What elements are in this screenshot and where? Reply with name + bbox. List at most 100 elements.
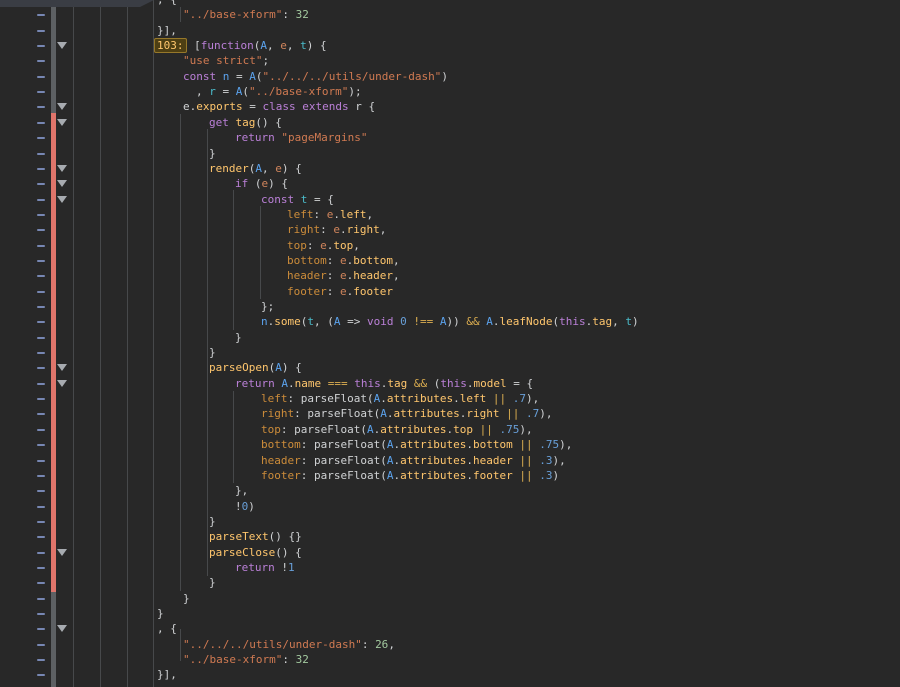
code-line[interactable]: }], [0, 23, 177, 38]
code-token: : [327, 269, 340, 282]
code-line[interactable]: }; [0, 299, 274, 314]
code-line[interactable]: e.exports = class extends r { [0, 99, 375, 114]
code-line[interactable]: "use strict"; [0, 53, 269, 68]
code-token: } [157, 607, 164, 620]
code-token: right [287, 223, 320, 236]
code-line[interactable]: } [0, 330, 242, 345]
code-token: ), [539, 407, 552, 420]
code-token: return [235, 131, 275, 144]
code-token: e [320, 239, 327, 252]
code-line[interactable]: parseClose() { [0, 545, 302, 560]
code-line[interactable]: , r = A("../base-xform"); [0, 84, 362, 99]
code-token: ) [632, 315, 639, 328]
code-token: name [295, 377, 322, 390]
code-line[interactable]: right: parseFloat(A.attributes.right || … [0, 406, 552, 421]
code-line[interactable]: left: parseFloat(A.attributes.left || .7… [0, 391, 539, 406]
code-token: bottom [353, 254, 393, 267]
code-token: , [393, 269, 400, 282]
code-token: attributes [400, 438, 466, 451]
code-line[interactable]: right: e.right, [0, 222, 386, 237]
code-line[interactable]: left: e.left, [0, 207, 373, 222]
code-line[interactable]: } [0, 146, 216, 161]
code-line[interactable]: footer: parseFloat(A.attributes.footer |… [0, 468, 559, 483]
code-line[interactable]: const t = { [0, 192, 334, 207]
code-token: 0 [400, 315, 407, 328]
code-token: = [243, 100, 263, 113]
code-line[interactable]: } [0, 591, 190, 606]
code-line[interactable]: header: e.header, [0, 268, 400, 283]
code-line[interactable]: } [0, 514, 216, 529]
code-line[interactable]: return A.name === this.tag && (this.mode… [0, 376, 533, 391]
code-line[interactable]: parseOpen(A) { [0, 360, 302, 375]
code-line[interactable]: const n = A("../../../utils/under-dash") [0, 69, 448, 84]
code-token: } [183, 592, 190, 605]
code-line[interactable]: n.some(t, (A => void 0 !== A)) && A.leaf… [0, 314, 639, 329]
code-line[interactable]: }, [0, 483, 248, 498]
code-line[interactable]: top: e.top, [0, 238, 360, 253]
code-token: 32 [296, 653, 309, 666]
search-match-highlight: 103: [154, 38, 187, 53]
code-token: , [393, 254, 400, 267]
code-token: = { [507, 377, 534, 390]
code-token: ) [248, 500, 255, 513]
code-token: tag [236, 116, 256, 129]
code-token [473, 423, 480, 436]
code-token: n [261, 315, 268, 328]
code-line[interactable]: } [0, 575, 216, 590]
code-token: ), [519, 423, 532, 436]
code-token: )) [447, 315, 467, 328]
code-token: "use strict" [183, 54, 262, 67]
code-token: "pageMargins" [281, 131, 367, 144]
code-token: , [367, 208, 374, 221]
code-line[interactable]: , { [0, 621, 177, 636]
code-token [486, 392, 493, 405]
code-line[interactable]: top: parseFloat(A.attributes.top || .75)… [0, 422, 533, 437]
code-line[interactable]: parseText() {} [0, 529, 302, 544]
code-token: { [362, 100, 375, 113]
code-token: function [201, 39, 254, 52]
code-token: . [340, 223, 347, 236]
code-token: render [209, 162, 249, 175]
code-line[interactable]: header: parseFloat(A.attributes.header |… [0, 453, 566, 468]
code-token: return [235, 561, 275, 574]
code-line[interactable]: render(A, e) { [0, 161, 302, 176]
code-line[interactable]: footer: e.footer [0, 284, 393, 299]
code-token: t [625, 315, 632, 328]
code-editor[interactable]: , {"../base-xform": 32}],103: [function(… [0, 0, 900, 687]
code-line[interactable]: }], [0, 667, 177, 682]
code-token: }; [261, 300, 274, 313]
code-line[interactable]: !0) [0, 499, 255, 514]
code-token: : [307, 239, 320, 252]
code-token: . [466, 454, 473, 467]
code-line[interactable]: bottom: parseFloat(A.attributes.bottom |… [0, 437, 572, 452]
code-token: attributes [400, 469, 466, 482]
code-token: footer [353, 285, 393, 298]
code-line[interactable]: get tag() { [0, 115, 282, 130]
code-line[interactable]: if (e) { [0, 176, 288, 191]
code-token: = [216, 85, 236, 98]
code-token: : [320, 223, 333, 236]
code-token: . [380, 392, 387, 405]
code-token: model [474, 377, 507, 390]
code-line[interactable]: 103: [function(A, e, t) { [0, 38, 327, 53]
code-token: : parseFloat( [288, 392, 374, 405]
code-line[interactable]: } [0, 606, 164, 621]
code-token: attributes [380, 423, 446, 436]
code-token [229, 116, 236, 129]
code-token: , { [157, 622, 177, 635]
code-line[interactable]: return !1 [0, 560, 295, 575]
code-token: header [287, 269, 327, 282]
code-line[interactable]: "../base-xform": 32 [0, 7, 309, 22]
code-token [294, 193, 301, 206]
code-line[interactable]: "../base-xform": 32 [0, 652, 309, 667]
code-line[interactable]: } [0, 345, 216, 360]
code-token: parseClose [209, 546, 275, 559]
code-token: 1 [288, 561, 295, 574]
code-line[interactable]: return "pageMargins" [0, 130, 367, 145]
code-line[interactable]: "../../../utils/under-dash": 26, [0, 637, 395, 652]
code-token: .3 [539, 469, 552, 482]
code-token: this [559, 315, 586, 328]
code-line[interactable]: bottom: e.bottom, [0, 253, 400, 268]
code-token: : [282, 8, 295, 21]
code-token: [ [188, 39, 201, 52]
